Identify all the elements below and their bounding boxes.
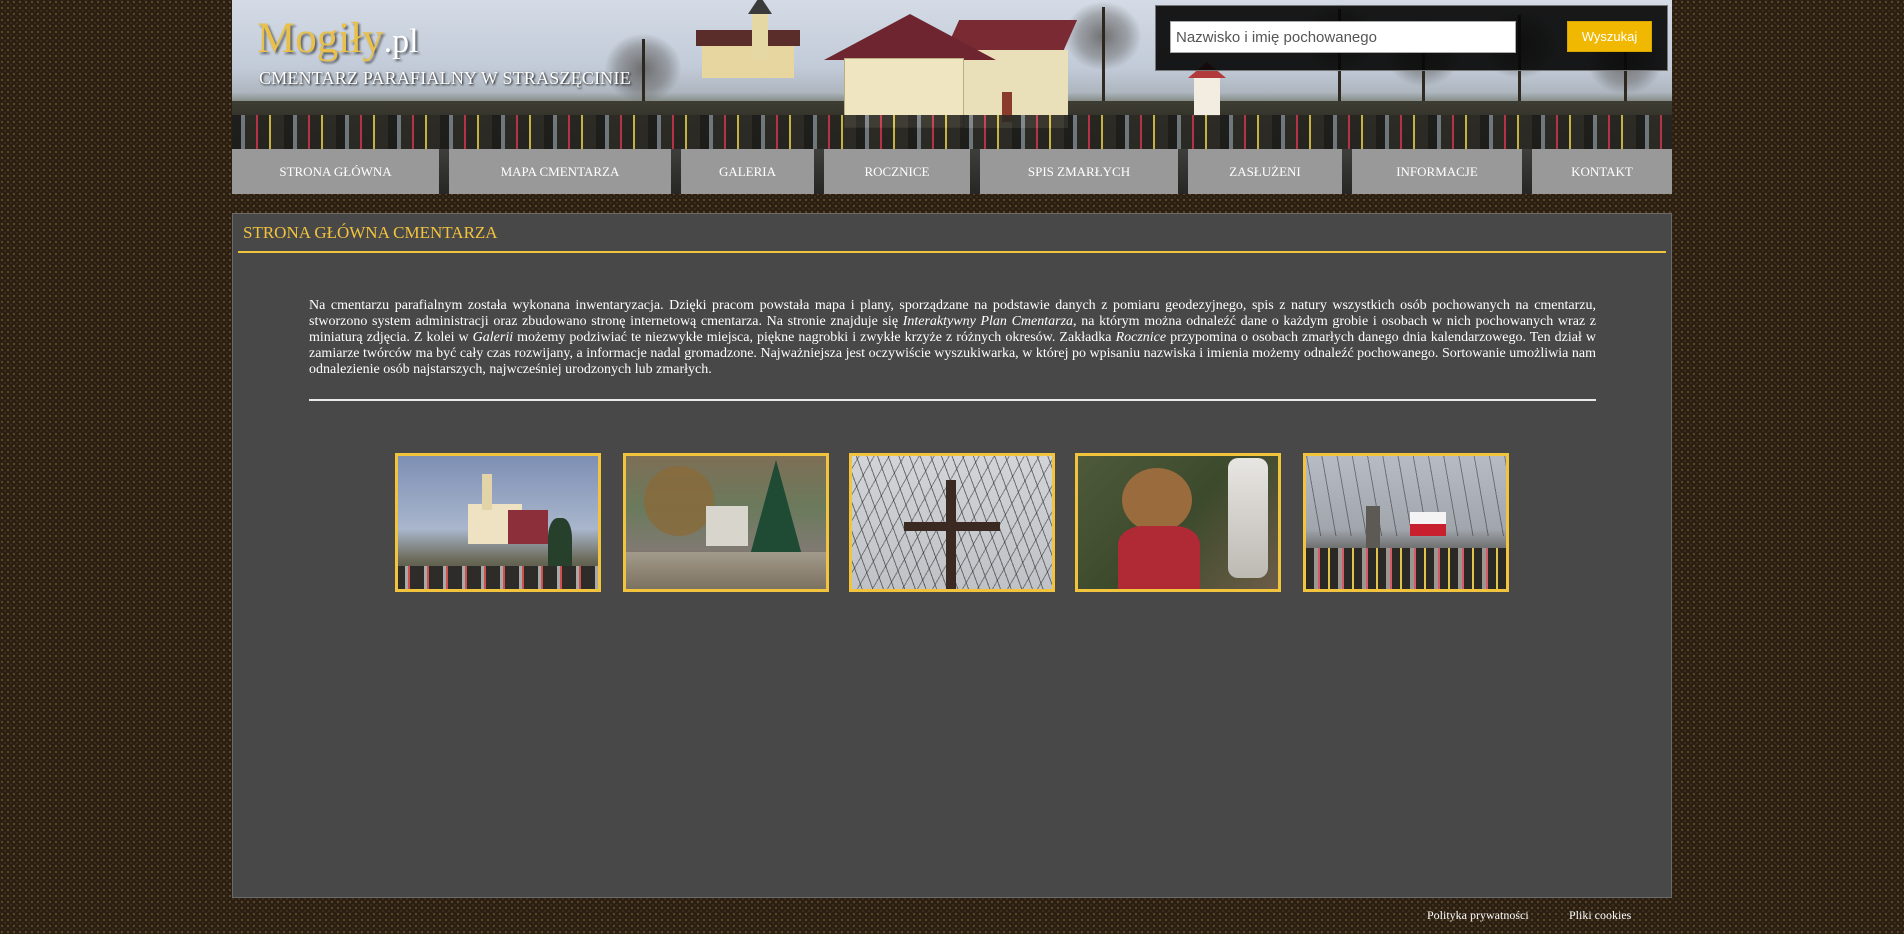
privacy-policy-link[interactable]: Polityka prywatności <box>1427 908 1529 923</box>
intro-paragraph: Na cmentarzu parafialnym została wykonan… <box>309 298 1596 378</box>
thumb-trees <box>1306 456 1506 536</box>
gallery-thumb-crucifix[interactable] <box>849 453 1055 592</box>
banner-church-shape <box>696 30 800 78</box>
nav-separator <box>1522 149 1532 194</box>
nav-item-honored[interactable]: ZASŁUŻENI <box>1188 149 1342 194</box>
site-subtitle: CMENTARZ PARAFIALNY W STRASZĘCINIE <box>259 68 631 88</box>
thumb-graves <box>1306 548 1506 589</box>
nav-item-gallery[interactable]: GALERIA <box>681 149 814 194</box>
nav-separator <box>1342 149 1352 194</box>
nav-item-deceased-list[interactable]: SPIS ZMARŁYCH <box>980 149 1178 194</box>
page-wrapper: Mogiły.pl CMENTARZ PARAFIALNY W STRASZĘC… <box>232 0 1672 922</box>
thumb-bear-sweater <box>1118 526 1200 589</box>
thumb-cross-vertical <box>946 480 956 589</box>
gallery-thumb-alley[interactable] <box>623 453 829 592</box>
banner-tower-shape <box>748 0 772 60</box>
nav-separator <box>970 149 980 194</box>
gallery-thumb-church[interactable] <box>395 453 601 592</box>
intro-link-gallery: Galerii <box>472 330 514 345</box>
nav-item-contact[interactable]: KONTAKT <box>1532 149 1672 194</box>
intro-link-anniversaries: Rocznice <box>1115 330 1167 345</box>
nav-item-anniversaries[interactable]: ROCZNICE <box>824 149 970 194</box>
search-panel: Wyszukaj <box>1155 5 1668 71</box>
thumb-graves <box>398 566 598 589</box>
gallery-thumb-teddy-bear[interactable] <box>1075 453 1281 592</box>
nav-separator <box>671 149 681 194</box>
banner-chapel-gable <box>824 14 996 60</box>
banner-small-chapel <box>1188 62 1226 116</box>
intro-divider <box>309 399 1596 401</box>
thumb-path <box>626 552 826 589</box>
nav-separator <box>1178 149 1188 194</box>
site-logo[interactable]: Mogiły.pl <box>257 14 419 63</box>
thumb-bear-head <box>1122 468 1192 532</box>
thumb-candle <box>1228 458 1268 578</box>
thumb-flag-white <box>1410 512 1446 524</box>
thumb-cross-horizontal <box>904 522 1000 531</box>
nav-separator <box>814 149 824 194</box>
nav-item-map[interactable]: MAPA CMENTARZA <box>449 149 671 194</box>
page-title: STRONA GŁÓWNA CMENTARZA <box>243 223 498 242</box>
main-navigation: STRONA GŁÓWNA MAPA CMENTARZA GALERIA ROC… <box>232 149 1672 194</box>
search-button[interactable]: Wyszukaj <box>1567 21 1652 52</box>
nav-item-information[interactable]: INFORMACJE <box>1352 149 1522 194</box>
search-input[interactable] <box>1170 21 1516 53</box>
thumb-foliage <box>644 466 714 536</box>
thumb-church-roof <box>508 510 548 544</box>
thumb-tree <box>548 518 572 568</box>
gallery-thumb-graves[interactable] <box>1303 453 1509 592</box>
nav-item-home[interactable]: STRONA GŁÓWNA <box>232 149 439 194</box>
thumb-monument <box>706 506 748 546</box>
banner-graves <box>232 115 1672 149</box>
nav-separator <box>439 149 449 194</box>
main-content-panel: STRONA GŁÓWNA CMENTARZA Na cmentarzu par… <box>232 213 1672 898</box>
thumb-flag-red <box>1410 524 1446 536</box>
intro-link-plan: Interaktywny Plan Cmentarza <box>902 314 1074 329</box>
thumb-church-tower <box>482 474 492 510</box>
logo-domain-text: .pl <box>383 23 419 60</box>
title-divider <box>238 251 1666 253</box>
header-banner: Mogiły.pl CMENTARZ PARAFIALNY W STRASZĘC… <box>232 0 1672 149</box>
logo-main-text: Mogiły <box>257 15 384 62</box>
cookies-link[interactable]: Pliki cookies <box>1569 908 1631 923</box>
intro-text: możemy podziwiać te niezwykłe miejsca, p… <box>513 330 1116 345</box>
